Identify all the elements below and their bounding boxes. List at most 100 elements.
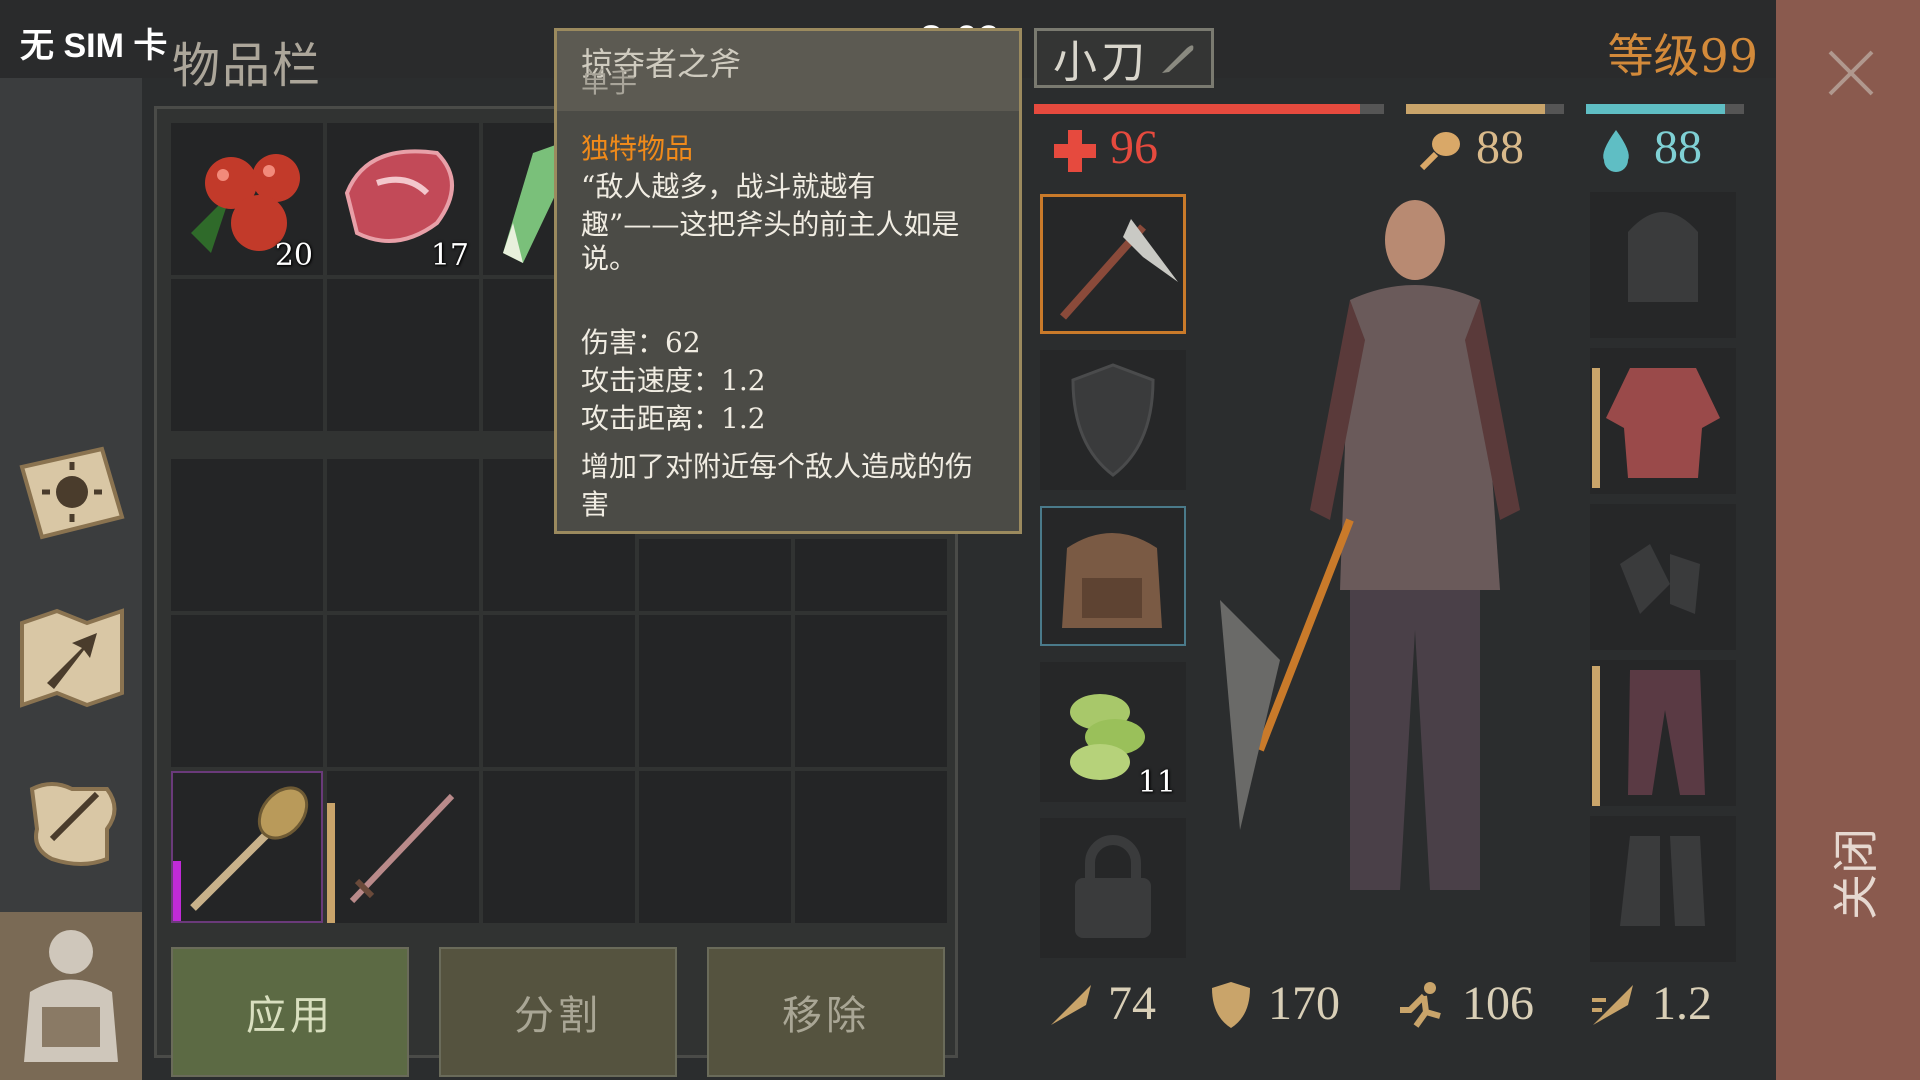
close-panel[interactable]: 关闭	[1776, 0, 1920, 1080]
inventory-slot[interactable]	[327, 459, 479, 611]
tooltip-damage: 伤害：62	[581, 326, 701, 359]
mace-icon	[190, 786, 309, 911]
health-value: 96	[1110, 121, 1158, 174]
attack-value: 74	[1108, 977, 1156, 1030]
backpack-icon	[1062, 533, 1162, 628]
drumstick-icon	[1416, 128, 1462, 178]
inventory-slot[interactable]	[795, 771, 947, 923]
health-bar-track	[1034, 104, 1384, 114]
helmet-slot[interactable]	[1590, 192, 1736, 338]
locked-slot[interactable]	[1040, 818, 1186, 958]
inventory-slot[interactable]	[327, 771, 479, 923]
inventory-slot[interactable]: 20	[171, 123, 323, 275]
tooltip-effect-line: 增加了对附近每个敌人造成的伤	[581, 450, 974, 483]
durability-bar	[173, 861, 181, 921]
coins-slot[interactable]: 11	[1040, 662, 1186, 802]
durability-bar	[327, 803, 335, 923]
player-level: 等级99	[1607, 29, 1758, 83]
inventory-slot[interactable]	[327, 279, 479, 431]
journal-button[interactable]	[8, 760, 136, 888]
defense-value: 170	[1268, 977, 1340, 1030]
sun-book-icon	[19, 446, 125, 540]
item-count: 20	[274, 238, 313, 273]
equipped-weapon-label: 小刀	[1034, 28, 1214, 88]
inventory-slot[interactable]	[795, 615, 947, 767]
chainmail-icon	[1606, 368, 1720, 478]
inventory-slot[interactable]	[483, 771, 635, 923]
pants-icon	[1628, 670, 1705, 795]
inventory-tab-button[interactable]	[0, 912, 142, 1080]
tooltip-flavor-line: “敌人越多，战斗就越有	[581, 170, 876, 203]
remove-button[interactable]: 移除	[707, 947, 945, 1077]
gloves-icon	[1620, 544, 1700, 614]
shield-slot[interactable]	[1040, 350, 1186, 490]
coins-count: 11	[1137, 765, 1176, 800]
inventory-slot[interactable]	[171, 771, 323, 923]
inventory-slot[interactable]	[639, 615, 791, 767]
apply-button[interactable]: 应用	[171, 947, 409, 1077]
character-model	[1200, 190, 1560, 950]
close-label[interactable]: 关闭	[1820, 828, 1886, 920]
attack-speed-value: 1.2	[1652, 977, 1712, 1030]
hunger-bar-fill	[1406, 104, 1546, 114]
tooltip-effect-line: 害	[581, 488, 610, 521]
inventory-slot[interactable]: 17	[327, 123, 479, 275]
defense-shield-icon	[1208, 980, 1254, 1034]
armor-slot[interactable]	[1590, 348, 1736, 494]
hunger-bar-track	[1406, 104, 1564, 114]
scroll-quill-icon	[29, 782, 117, 866]
close-icon[interactable]	[1826, 48, 1876, 102]
leek-icon	[503, 143, 561, 263]
map-arrow-icon	[20, 608, 124, 708]
thirst-value: 88	[1654, 121, 1702, 174]
inventory-slot[interactable]	[483, 615, 635, 767]
backpack-slot[interactable]	[1040, 506, 1186, 646]
inventory-title: 物品栏	[172, 38, 323, 94]
inventory-slot[interactable]	[171, 279, 323, 431]
boots-icon	[1620, 836, 1705, 926]
tooltip-flavor-line: 说。	[581, 242, 638, 275]
durability-bar	[1592, 666, 1600, 806]
helmet-icon	[1628, 212, 1698, 302]
weapon-name-text: 小刀	[1053, 37, 1149, 88]
inventory-slot[interactable]	[639, 539, 791, 611]
tooltip-attack-range: 攻击距离：1.2	[581, 402, 766, 435]
tooltip-attack-speed: 攻击速度：1.2	[581, 364, 766, 397]
gloves-slot[interactable]	[1590, 504, 1736, 650]
item-count: 17	[430, 238, 469, 273]
speed-value: 106	[1462, 977, 1534, 1030]
thirst-bar-fill	[1586, 104, 1726, 114]
split-button[interactable]: 分割	[439, 947, 677, 1077]
boots-slot[interactable]	[1590, 816, 1736, 962]
tooltip-item-type: 单手	[581, 66, 638, 99]
backpack-character-icon	[24, 930, 118, 1062]
health-cross-icon	[1052, 128, 1098, 178]
inventory-slot[interactable]	[171, 459, 323, 611]
thirst-bar-track	[1586, 104, 1744, 114]
attack-speed-icon	[1588, 980, 1638, 1034]
sword-icon	[349, 793, 455, 904]
health-bar-fill	[1034, 104, 1360, 114]
tooltip-rarity: 独特物品	[581, 132, 694, 165]
inventory-slot[interactable]	[483, 123, 561, 275]
tooltip-flavor-line: 趣”——这把斧头的前主人如是	[581, 208, 960, 241]
item-tooltip: 掠夺者之斧 单手 独特物品 “敌人越多，战斗就越有 趣”——这把斧头的前主人如是…	[554, 28, 1022, 534]
carrier-label: 无 SIM 卡	[20, 27, 168, 65]
crafting-book-button[interactable]	[8, 428, 136, 556]
map-button[interactable]	[8, 594, 136, 722]
shield-icon	[1071, 363, 1155, 477]
running-icon	[1396, 980, 1446, 1034]
combat-stats-panel: 74 170 106 1.2	[1018, 950, 1758, 1060]
pants-slot[interactable]	[1590, 660, 1736, 806]
durability-bar	[1592, 368, 1600, 488]
inventory-slot[interactable]	[639, 771, 791, 923]
inventory-slot[interactable]	[483, 279, 561, 431]
water-drop-icon	[1596, 128, 1636, 178]
weapon-slot[interactable]	[1040, 194, 1186, 334]
inventory-slot[interactable]	[327, 615, 479, 767]
inventory-slot[interactable]	[171, 615, 323, 767]
quill-icon	[1162, 45, 1194, 73]
inventory-slot[interactable]	[795, 539, 947, 611]
attack-icon	[1046, 980, 1096, 1034]
hunger-value: 88	[1476, 121, 1524, 174]
